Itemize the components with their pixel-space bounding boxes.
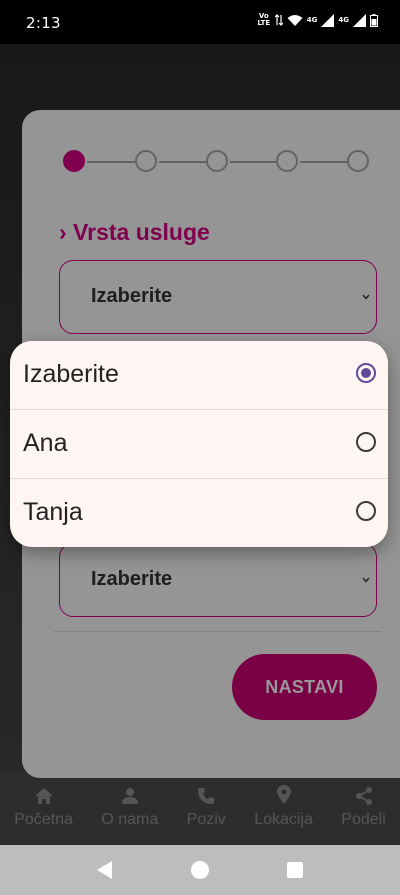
wifi-icon <box>287 14 303 26</box>
back-button[interactable] <box>85 850 125 890</box>
radio-unselected-icon[interactable] <box>356 501 376 521</box>
status-bar: 2:13 Vo LTE 4G 4G <box>0 0 400 44</box>
option-ana[interactable]: Ana <box>10 409 388 478</box>
signal-icon-2 <box>353 13 366 27</box>
select-options-dialog: Izaberite Ana Tanja <box>10 341 388 547</box>
back-triangle-icon <box>97 861 113 879</box>
system-navigation-bar <box>0 845 400 895</box>
home-button[interactable] <box>180 850 220 890</box>
radio-selected-icon[interactable] <box>356 363 376 383</box>
option-tanja[interactable]: Tanja <box>10 478 388 547</box>
network-type-1: 4G <box>306 15 318 24</box>
option-izaberite[interactable]: Izaberite <box>10 341 388 409</box>
option-label: Tanja <box>23 498 83 526</box>
recents-square-icon <box>286 862 303 878</box>
option-label: Ana <box>23 429 68 457</box>
battery-icon <box>370 13 378 27</box>
status-icons: Vo LTE 4G 4G <box>257 13 378 27</box>
signal-icon-1 <box>321 13 335 27</box>
option-label: Izaberite <box>23 360 119 388</box>
recents-button[interactable] <box>275 850 315 890</box>
data-arrows-icon <box>274 14 283 26</box>
status-time: 2:13 <box>26 14 61 32</box>
home-circle-icon <box>190 861 209 879</box>
volte-indicator: Vo LTE <box>257 12 271 27</box>
radio-unselected-icon[interactable] <box>356 432 376 452</box>
network-type-2: 4G <box>338 15 349 24</box>
